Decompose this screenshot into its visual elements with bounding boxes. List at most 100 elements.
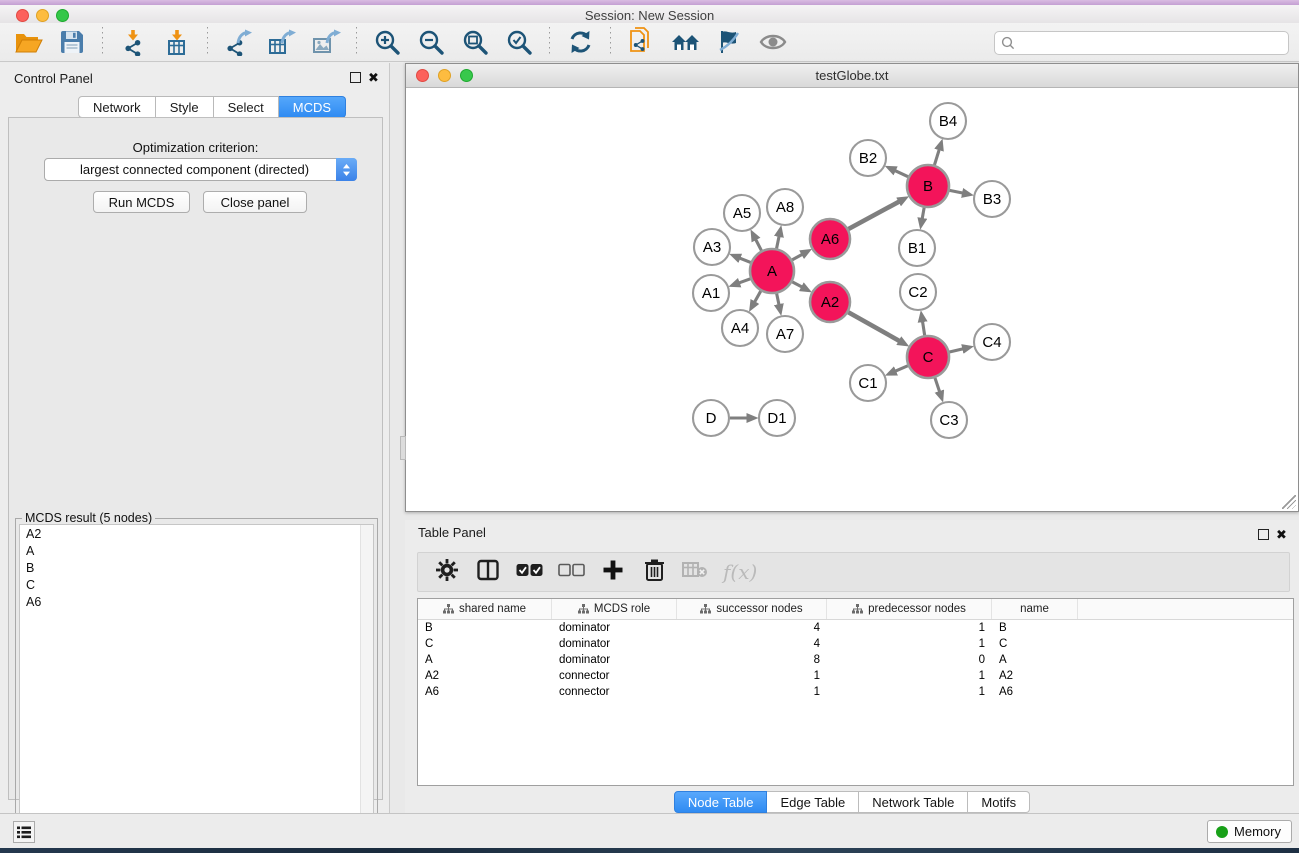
network-graph[interactable]: AA1A3A4A5A7A8A6A2BB1B2B3B4CC1C2C3C4DD1 xyxy=(407,89,1297,510)
table-cell[interactable]: A xyxy=(418,654,552,666)
table-cell[interactable]: 1 xyxy=(827,638,992,650)
edge-C-C4[interactable] xyxy=(949,349,962,352)
refresh-button[interactable] xyxy=(562,25,598,59)
window-resize-grip[interactable] xyxy=(1282,495,1296,509)
split-columns-button[interactable] xyxy=(475,557,501,587)
export-network-button[interactable] xyxy=(220,25,256,59)
tab-network[interactable]: Network xyxy=(78,96,156,118)
edge-A-A2[interactable] xyxy=(792,282,801,287)
mcds-result-item[interactable]: B xyxy=(20,559,373,576)
tab-node-table[interactable]: Node Table xyxy=(674,791,768,813)
tab-motifs[interactable]: Motifs xyxy=(968,791,1030,813)
table-cell[interactable]: A xyxy=(992,654,1078,666)
edge-A-A1[interactable] xyxy=(739,279,750,283)
edge-C-C3[interactable] xyxy=(935,378,940,392)
graph-node-B4[interactable]: B4 xyxy=(930,103,966,139)
graph-node-A1[interactable]: A1 xyxy=(693,275,729,311)
first-neighbors-button[interactable] xyxy=(667,25,703,59)
close-panel-button[interactable]: Close panel xyxy=(203,191,307,213)
tab-style[interactable]: Style xyxy=(156,96,214,118)
show-all-button[interactable] xyxy=(755,25,791,59)
table-cell[interactable]: 4 xyxy=(677,622,827,634)
column-header-name[interactable]: name xyxy=(992,599,1078,619)
export-image-button[interactable] xyxy=(308,25,344,59)
graph-node-D[interactable]: D xyxy=(693,400,729,436)
column-header-MCDS-role[interactable]: MCDS role xyxy=(552,599,677,619)
graph-node-C[interactable]: C xyxy=(907,336,949,378)
edge-B-B2[interactable] xyxy=(895,171,908,177)
table-cell[interactable]: connector xyxy=(552,686,677,698)
graph-node-A6[interactable]: A6 xyxy=(810,219,850,259)
float-panel-icon[interactable] xyxy=(350,72,361,83)
edge-A-A8[interactable] xyxy=(777,236,779,248)
graph-node-C4[interactable]: C4 xyxy=(974,324,1010,360)
graph-node-C3[interactable]: C3 xyxy=(931,402,967,438)
column-header-shared-name[interactable]: shared name xyxy=(418,599,552,619)
zoom-selected-button[interactable] xyxy=(501,25,537,59)
zoom-in-button[interactable] xyxy=(369,25,405,59)
table-cell[interactable]: 1 xyxy=(827,686,992,698)
table-cell[interactable]: connector xyxy=(552,670,677,682)
column-header-successor-nodes[interactable]: successor nodes xyxy=(677,599,827,619)
splitter-grip[interactable] xyxy=(400,436,406,460)
edge-C-C1[interactable] xyxy=(896,366,908,371)
table-row[interactable]: Adominator80A xyxy=(418,652,1293,668)
table-close-panel-icon[interactable]: ✖ xyxy=(1276,529,1287,540)
tab-edge-table[interactable]: Edge Table xyxy=(767,791,859,813)
table-cell[interactable]: C xyxy=(992,638,1078,650)
table-cell[interactable]: A6 xyxy=(418,686,552,698)
table-cell[interactable]: A6 xyxy=(992,686,1078,698)
table-cell[interactable]: B xyxy=(992,622,1078,634)
graph-node-B[interactable]: B xyxy=(907,165,949,207)
tab-mcds[interactable]: MCDS xyxy=(279,96,346,118)
deselect-all-checkboxes-button[interactable] xyxy=(558,557,585,587)
table-cell[interactable]: B xyxy=(418,622,552,634)
table-cell[interactable]: 4 xyxy=(677,638,827,650)
table-cell[interactable]: 1 xyxy=(677,670,827,682)
graph-node-C1[interactable]: C1 xyxy=(850,365,886,401)
mcds-result-item[interactable]: A2 xyxy=(20,525,373,542)
result-list-scrollbar[interactable] xyxy=(360,525,373,851)
zoom-fit-button[interactable] xyxy=(457,25,493,59)
table-row[interactable]: A6connector11A6 xyxy=(418,684,1293,700)
graph-node-A[interactable]: A xyxy=(750,249,794,293)
delete-row-button[interactable] xyxy=(641,557,667,587)
table-cell[interactable]: 0 xyxy=(827,654,992,666)
table-cell[interactable]: 1 xyxy=(827,670,992,682)
edge-A-A4[interactable] xyxy=(755,291,761,302)
edge-A-A3[interactable] xyxy=(740,258,751,262)
import-table-button[interactable] xyxy=(159,25,195,59)
select-all-checkboxes-button[interactable] xyxy=(516,557,543,587)
graph-node-A8[interactable]: A8 xyxy=(767,189,803,225)
edge-A6-B[interactable] xyxy=(848,202,899,229)
edge-A2-C[interactable] xyxy=(848,312,899,341)
search-input[interactable] xyxy=(1020,36,1282,50)
edge-B-B4[interactable] xyxy=(934,150,939,165)
table-cell[interactable]: dominator xyxy=(552,622,677,634)
network-canvas[interactable]: AA1A3A4A5A7A8A6A2BB1B2B3B4CC1C2C3C4DD1 xyxy=(407,89,1297,510)
table-cell[interactable]: A2 xyxy=(418,670,552,682)
table-cell[interactable]: A2 xyxy=(992,670,1078,682)
table-cell[interactable]: C xyxy=(418,638,552,650)
network-window-titlebar[interactable]: testGlobe.txt xyxy=(406,64,1298,88)
edge-A-A6[interactable] xyxy=(792,254,802,259)
node-table[interactable]: shared name MCDS role successor nodes pr… xyxy=(417,598,1294,786)
mcds-result-item[interactable]: A6 xyxy=(20,593,373,610)
edge-B-B3[interactable] xyxy=(950,190,963,193)
table-cell[interactable]: 8 xyxy=(677,654,827,666)
table-row[interactable]: A2connector11A2 xyxy=(418,668,1293,684)
edge-C-C2[interactable] xyxy=(923,322,925,336)
graph-node-A7[interactable]: A7 xyxy=(767,316,803,352)
edge-A-A7[interactable] xyxy=(777,294,779,305)
table-cell[interactable]: 1 xyxy=(677,686,827,698)
graph-node-B3[interactable]: B3 xyxy=(974,181,1010,217)
table-cell[interactable]: dominator xyxy=(552,654,677,666)
settings-gear-button[interactable] xyxy=(434,557,460,587)
table-cell[interactable]: dominator xyxy=(552,638,677,650)
mcds-result-list[interactable]: A2ABCA6 xyxy=(19,524,374,852)
graph-node-A2[interactable]: A2 xyxy=(810,282,850,322)
table-row[interactable]: Cdominator41C xyxy=(418,636,1293,652)
zoom-out-button[interactable] xyxy=(413,25,449,59)
graph-node-A3[interactable]: A3 xyxy=(694,229,730,265)
table-float-panel-icon[interactable] xyxy=(1258,529,1269,540)
